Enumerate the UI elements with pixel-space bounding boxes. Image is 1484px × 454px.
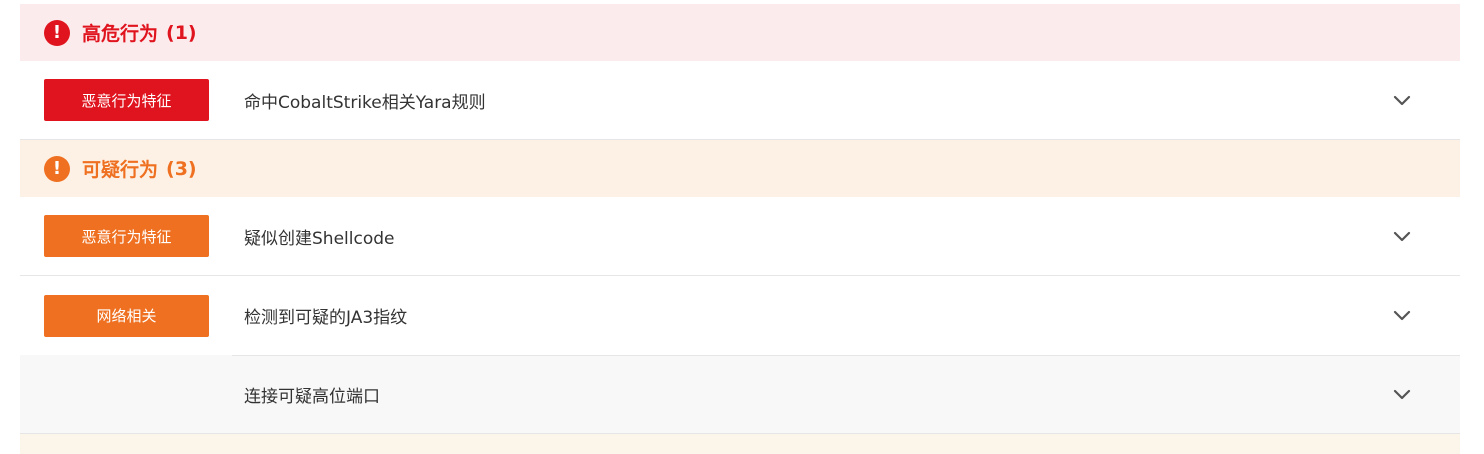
next-section-header-partial (20, 434, 1460, 454)
behavior-description: 连接可疑高位端口 (244, 387, 380, 407)
tag-cell: 恶意行为特征 (20, 79, 244, 121)
category-tag: 恶意行为特征 (44, 215, 209, 257)
exclamation-circle-icon: ! (44, 19, 70, 46)
tag-cell: 恶意行为特征 (20, 215, 244, 257)
section-header-high-risk[interactable]: ! 高危行为 (1) (20, 4, 1460, 61)
tag-cell: 网络相关 (20, 294, 244, 337)
chevron-down-icon[interactable] (1382, 296, 1422, 336)
section-header-suspicious[interactable]: ! 可疑行为 (3) (20, 140, 1460, 197)
row-background (20, 355, 232, 434)
category-tag: 网络相关 (44, 294, 209, 337)
section-count: (3) (166, 157, 197, 180)
behavior-panel: ! 高危行为 (1) 恶意行为特征 命中CobaltStrike相关Yara规则… (20, 4, 1460, 454)
behavior-row[interactable]: 恶意行为特征 命中CobaltStrike相关Yara规则 (20, 61, 1460, 140)
chevron-down-icon[interactable] (1382, 216, 1422, 256)
behavior-description: 疑似创建Shellcode (244, 228, 395, 249)
section-title: 可疑行为 (82, 159, 159, 181)
behavior-row[interactable]: 网络相关 检测到可疑的JA3指纹 (20, 276, 1460, 355)
section-count: (1) (166, 21, 197, 44)
behavior-row[interactable]: 恶意行为特征 疑似创建Shellcode (20, 197, 1460, 276)
section-title: 高危行为 (82, 23, 159, 45)
behavior-description: 检测到可疑的JA3指纹 (244, 308, 408, 328)
category-tag: 恶意行为特征 (44, 79, 209, 121)
chevron-down-icon[interactable] (1382, 80, 1422, 120)
behavior-row[interactable]: 连接可疑高位端口 (20, 355, 1460, 434)
exclamation-circle-icon: ! (44, 155, 70, 182)
chevron-down-icon[interactable] (1382, 375, 1422, 415)
behavior-description: 命中CobaltStrike相关Yara规则 (244, 92, 486, 113)
